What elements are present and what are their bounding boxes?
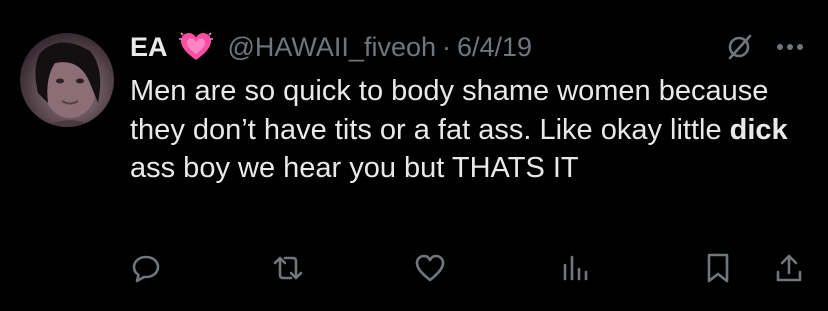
views-icon[interactable] xyxy=(557,250,593,286)
author-name[interactable]: EA xyxy=(130,32,168,63)
tweet-text-part1: Men are so quick to body shame women bec… xyxy=(130,75,769,146)
share-icon[interactable] xyxy=(771,250,807,286)
tweet-text: Men are so quick to body shame women bec… xyxy=(130,72,810,188)
avatar[interactable] xyxy=(20,33,114,127)
avatar-image xyxy=(35,42,101,127)
more-icon[interactable] xyxy=(773,30,807,64)
tweet-text-part2: ass boy we hear you but THATS IT xyxy=(130,152,579,184)
tweet-date[interactable]: 6/4/19 xyxy=(457,32,532,63)
grok-slash-icon[interactable] xyxy=(722,30,756,64)
tweet-text-bold: dick xyxy=(729,113,788,146)
sparkling-heart-icon xyxy=(178,29,214,65)
reply-icon[interactable] xyxy=(128,250,164,286)
separator-dot: · xyxy=(442,31,451,62)
retweet-icon[interactable] xyxy=(270,250,306,286)
like-icon[interactable] xyxy=(412,250,448,286)
tweet-header: EA @HAWAII_fiveoh · 6/4/19 xyxy=(130,26,532,68)
bookmark-icon[interactable] xyxy=(700,250,736,286)
author-handle[interactable]: @HAWAII_fiveoh xyxy=(228,32,436,63)
tweet[interactable]: EA @HAWAII_fiveoh · 6/4/19 Men are so qu… xyxy=(0,0,828,311)
